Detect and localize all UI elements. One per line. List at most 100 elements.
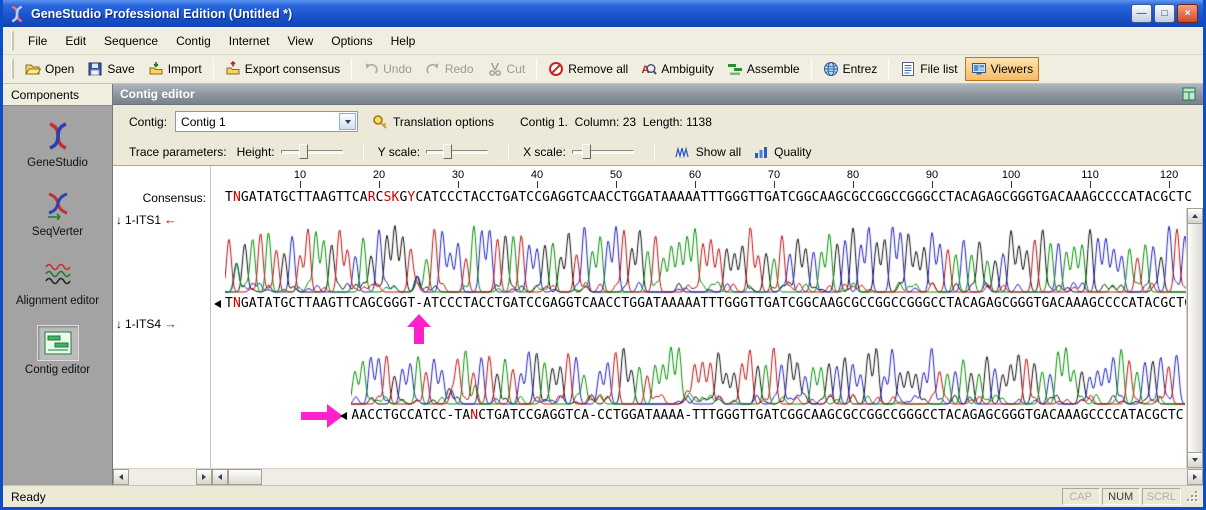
panel-layout-icon[interactable] — [1182, 87, 1196, 101]
ambiguity-button[interactable]: A Ambiguity — [635, 57, 720, 81]
slider-thumb[interactable] — [581, 143, 591, 159]
chromatogram-1-its1[interactable] — [225, 212, 1186, 294]
open-icon — [25, 61, 41, 77]
toolbar-gripper[interactable] — [11, 59, 14, 79]
genestudio-icon — [37, 118, 79, 154]
slider-thumb[interactable] — [299, 143, 309, 159]
entrez-button[interactable]: Entrez — [817, 57, 884, 81]
scroll-left-button[interactable] — [113, 469, 129, 485]
toolbar-button-label: Assemble — [746, 62, 800, 76]
slider-thumb[interactable] — [443, 143, 453, 159]
file-list-button[interactable]: File list — [894, 57, 963, 81]
ruler-number: 50 — [609, 169, 623, 181]
sidebar-item-contig-editor[interactable]: Contig editor — [3, 325, 112, 376]
read-sequence-1-its4[interactable]: AACCTGCCATCC-TANCTGATCCGAGGTCA-CCTGGATAA… — [351, 408, 1183, 424]
menu-file[interactable]: File — [19, 30, 56, 52]
toolbar-button-label: Import — [167, 62, 202, 76]
sidebar-item-genestudio[interactable]: GeneStudio — [3, 118, 112, 169]
alignment-icon — [37, 256, 79, 292]
expand-arrow-icon[interactable]: ↓ — [116, 317, 122, 331]
toolbar-button-label: File list — [920, 62, 958, 76]
scroll-right-button[interactable] — [1187, 469, 1203, 485]
entrez-icon — [823, 61, 839, 77]
sidebar-item-alignment-editor[interactable]: Alignment editor — [3, 256, 112, 307]
contig-info: Contig 1. Column: 23 Length: 1138 — [519, 114, 712, 129]
restore-button[interactable]: □ — [1154, 4, 1175, 23]
trace-scrollbar[interactable] — [212, 469, 1203, 485]
export-icon — [225, 61, 241, 77]
consensus-label: Consensus: — [142, 191, 206, 205]
menubar-gripper[interactable] — [11, 30, 14, 51]
ruler-tick — [300, 181, 302, 188]
translation-options-button[interactable]: Translation options — [366, 111, 500, 133]
remove-all-button[interactable]: Remove all — [542, 57, 634, 81]
cut-button[interactable]: Cut — [481, 57, 532, 81]
redo-button[interactable]: Redo — [419, 57, 480, 81]
names-column: Consensus: — [113, 188, 211, 208]
toolbar-button-label: Save — [107, 62, 135, 76]
remove-icon — [548, 61, 564, 77]
menu-edit[interactable]: Edit — [56, 30, 95, 52]
names-scrollbar[interactable] — [113, 469, 212, 485]
contig-select-value: Contig 1 — [181, 114, 226, 129]
slider-height-[interactable] — [280, 143, 343, 161]
scrollbar-track[interactable] — [129, 469, 196, 485]
toolbar-button-label: Open — [45, 62, 75, 76]
close-button[interactable]: × — [1177, 4, 1198, 23]
menu-help[interactable]: Help — [382, 30, 425, 52]
viewers-button[interactable]: Viewers — [964, 57, 1040, 81]
scroll-left-button[interactable] — [212, 469, 228, 485]
slider-y-scale-[interactable] — [426, 143, 489, 161]
minimize-button[interactable]: — — [1131, 4, 1152, 23]
assemble-button[interactable]: Assemble — [721, 57, 806, 81]
import-icon — [148, 61, 164, 77]
chromatogram-area[interactable]: TNGATATGCTTAAGTTCAGCGGGT-ATCCCTACCTGATCC… — [211, 208, 1186, 468]
scrollbar-track[interactable] — [262, 469, 1187, 485]
contig-toolbar: Contig: Contig 1 Translation options Con… — [113, 105, 1203, 138]
scroll-right-button[interactable] — [196, 469, 212, 485]
horizontal-scrollbar-thumb[interactable] — [228, 469, 262, 485]
show-all-button[interactable]: Show all — [669, 141, 747, 163]
slider-x-scale-[interactable] — [571, 143, 634, 161]
quality-button[interactable]: Quality — [747, 141, 817, 163]
menu-internet[interactable]: Internet — [220, 30, 279, 52]
menu-contig[interactable]: Contig — [167, 30, 220, 52]
read-label-1-its4[interactable]: ↓ 1-ITS4 → — [116, 316, 177, 331]
resize-grip[interactable] — [1185, 489, 1200, 504]
chevron-down-icon[interactable] — [339, 113, 357, 130]
showall-icon — [675, 144, 691, 160]
window-title: GeneStudio Professional Edition (Untitle… — [31, 6, 293, 21]
scroll-down-button[interactable] — [1187, 452, 1203, 468]
menu-sequence[interactable]: Sequence — [95, 30, 167, 52]
sidebar-item-seqverter[interactable]: SeqVerter — [3, 187, 112, 238]
menu-options[interactable]: Options — [322, 30, 381, 52]
status-num: NUM — [1101, 488, 1140, 505]
ruler-number: 90 — [925, 169, 939, 181]
menu-view[interactable]: View — [278, 30, 322, 52]
expand-arrow-icon[interactable]: ↓ — [116, 213, 122, 227]
vertical-scrollbar-thumb[interactable] — [1187, 224, 1203, 452]
title-bar[interactable]: GeneStudio Professional Edition (Untitle… — [3, 0, 1203, 27]
export-consensus-button[interactable]: Export consensus — [219, 57, 346, 81]
ruler-number: 110 — [1081, 169, 1099, 181]
toolbar-button-label: Undo — [383, 62, 412, 76]
read-label-1-its1[interactable]: ↓ 1-ITS1 ← — [116, 212, 177, 227]
redo-icon — [425, 61, 441, 77]
save-button[interactable]: Save — [81, 57, 140, 81]
save-icon — [87, 61, 103, 77]
vertical-scrollbar[interactable] — [1186, 208, 1203, 468]
chromatogram-1-its4[interactable] — [351, 334, 1186, 406]
ruler-number: 40 — [530, 169, 544, 181]
contig-icon — [36, 325, 79, 361]
consensus-sequence[interactable]: TNGATATGCTTAAGTTCARCSKGYCATCCCTACCTGATCC… — [225, 190, 1192, 206]
import-button[interactable]: Import — [142, 57, 208, 81]
open-button[interactable]: Open — [19, 57, 80, 81]
undo-button[interactable]: Undo — [357, 57, 418, 81]
read-sequence-1-its1[interactable]: TNGATATGCTTAAGTTCAGCGGGT-ATCCCTACCTGATCC… — [225, 296, 1186, 312]
ruler-tick — [616, 181, 618, 188]
sidebar-item-label: GeneStudio — [27, 157, 88, 169]
contig-select[interactable]: Contig 1 — [175, 111, 359, 132]
scroll-up-button[interactable] — [1187, 208, 1203, 224]
ruler-number: 80 — [846, 169, 860, 181]
toolbar-button-label: Entrez — [842, 62, 878, 76]
